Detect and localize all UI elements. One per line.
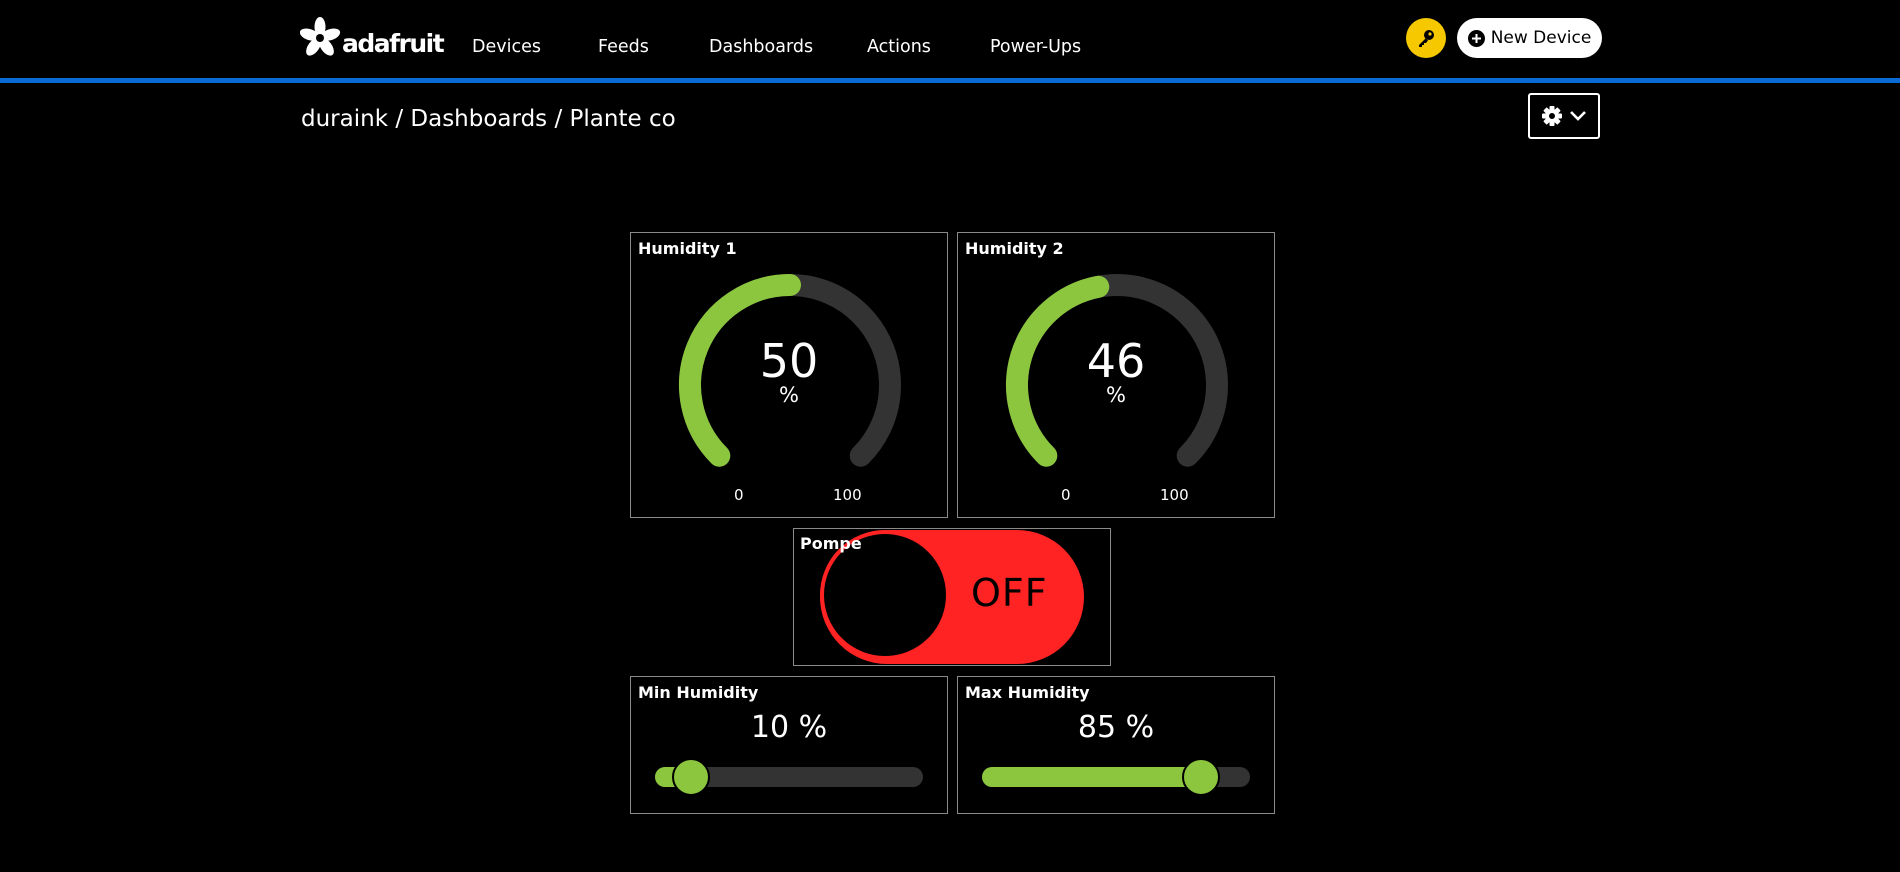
breadcrumb-dashboard-name: Plante co	[569, 106, 676, 132]
nav-dashboards[interactable]: Dashboards	[709, 37, 813, 57]
breadcrumb-separator: /	[388, 106, 411, 132]
breadcrumb-user[interactable]: duraink	[301, 106, 388, 132]
slider-track[interactable]	[982, 758, 1250, 796]
key-icon	[1419, 30, 1434, 47]
gauge-value: 46	[1086, 334, 1146, 388]
top-navigation-bar: adafruit Devices Feeds Dashboards Action…	[0, 0, 1900, 78]
dashboard-settings-button[interactable]	[1528, 93, 1600, 139]
slider-value: 10 %	[750, 710, 828, 745]
gear-icon	[1542, 106, 1562, 126]
new-device-label: New Device	[1490, 28, 1592, 48]
breadcrumb: duraink / Dashboards / Plante co	[301, 106, 676, 132]
new-device-button[interactable]: New Device	[1457, 18, 1602, 58]
slider-fill	[982, 767, 1208, 787]
toggle-state-label: OFF	[971, 571, 1048, 615]
logo-text: adafruit	[342, 29, 445, 58]
gauge-block-humidity-1[interactable]: Humidity 1 50 % 0 100	[630, 232, 948, 518]
nav-actions[interactable]: Actions	[867, 37, 931, 57]
chevron-down-icon	[1570, 111, 1586, 121]
block-title: Max Humidity	[965, 683, 1090, 702]
gauge-unit: %	[779, 383, 799, 407]
nav-power-ups[interactable]: Power-Ups	[990, 37, 1081, 57]
slider-block-max-humidity: Max Humidity 85 %	[957, 676, 1275, 814]
gauge-max-label: 100	[1160, 486, 1189, 504]
slider-thumb[interactable]	[672, 758, 711, 796]
breadcrumb-dashboards[interactable]: Dashboards	[410, 106, 547, 132]
adafruit-logo[interactable]: adafruit	[300, 16, 445, 58]
gauge-max-label: 100	[833, 486, 862, 504]
gauge-unit: %	[1106, 383, 1126, 407]
plus-circle-icon	[1467, 29, 1485, 47]
adafruit-flower-icon	[300, 17, 341, 56]
block-title: Pompe	[800, 534, 862, 553]
gauge-block-humidity-2[interactable]: Humidity 2 46 % 0 100	[957, 232, 1275, 518]
gauge-value: 50	[759, 334, 819, 388]
api-key-button[interactable]	[1406, 18, 1446, 58]
block-title: Min Humidity	[638, 683, 759, 702]
breadcrumb-separator: /	[547, 106, 570, 132]
nav-devices[interactable]: Devices	[472, 37, 541, 57]
slider-block-min-humidity: Min Humidity 10 %	[630, 676, 948, 814]
slider-value: 85 %	[1077, 710, 1155, 745]
slider-track[interactable]	[655, 758, 923, 796]
slider-thumb[interactable]	[1182, 758, 1221, 796]
gauge-min-label: 0	[1061, 486, 1071, 504]
nav-feeds[interactable]: Feeds	[598, 37, 649, 57]
gauge-min-label: 0	[734, 486, 744, 504]
header-accent-line	[0, 78, 1900, 83]
